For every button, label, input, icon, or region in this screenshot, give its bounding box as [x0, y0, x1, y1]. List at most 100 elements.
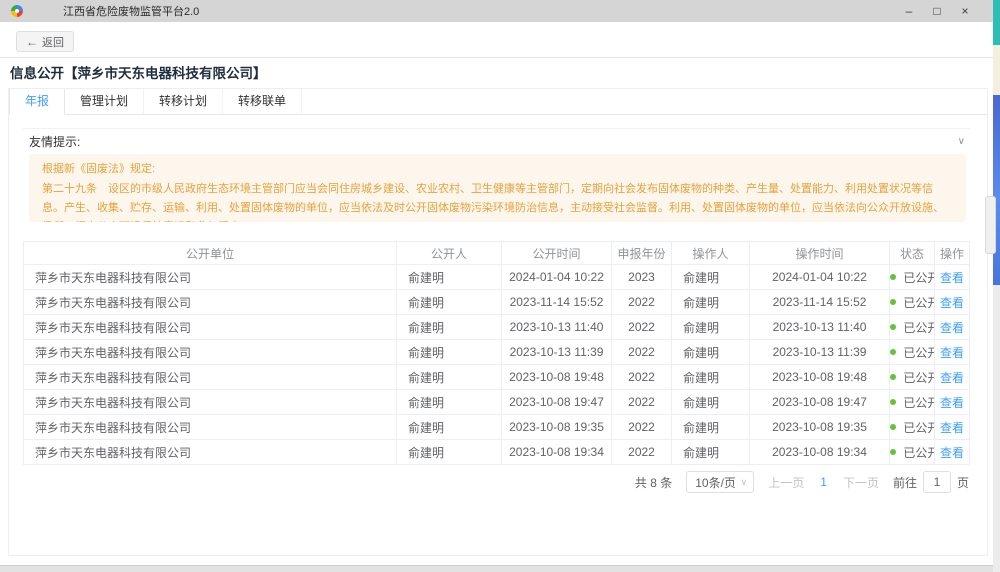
cell-action: 查看 [935, 265, 970, 290]
view-link[interactable]: 查看 [940, 446, 964, 460]
cell-publisher: 俞建明 [397, 265, 502, 290]
status-dot-icon [890, 399, 896, 405]
app-title: 江西省危险废物监管平台2.0 [63, 3, 199, 19]
desktop-teal-block [993, 0, 1000, 45]
notice-collapse-header[interactable]: 友情提示: ∨ [23, 128, 971, 154]
status-dot-icon [890, 424, 896, 430]
cell-status: 已公开 [890, 265, 935, 290]
cell-unit: 萍乡市天东电器科技有限公司 [24, 390, 397, 415]
view-link[interactable]: 查看 [940, 396, 964, 410]
cell-publisher: 俞建明 [397, 415, 502, 440]
cell-publisher: 俞建明 [397, 365, 502, 390]
col-header-status: 状态 [890, 242, 935, 265]
content-panel: 年报 管理计划 转移计划 转移联单 友情提示: ∨ 根据新《固废法》规定: 第二… [8, 88, 988, 556]
status-dot-icon [890, 299, 896, 305]
cell-unit: 萍乡市天东电器科技有限公司 [24, 315, 397, 340]
cell-operator: 俞建明 [672, 365, 750, 390]
cell-action: 查看 [935, 340, 970, 365]
cell-unit: 萍乡市天东电器科技有限公司 [24, 415, 397, 440]
status-badge: 已公开 [903, 421, 934, 435]
status-dot-icon [890, 374, 896, 380]
page-number-1[interactable]: 1 [818, 475, 829, 489]
cell-operator: 俞建明 [672, 415, 750, 440]
cell-year: 2022 [612, 290, 672, 315]
col-header-year: 申报年份 [612, 242, 672, 265]
cell-year: 2022 [612, 315, 672, 340]
cell-operate-time: 2023-10-08 19:48 [750, 365, 890, 390]
cell-operator: 俞建明 [672, 315, 750, 340]
status-badge: 已公开 [903, 346, 934, 360]
view-link[interactable]: 查看 [940, 371, 964, 385]
table-row: 萍乡市天东电器科技有限公司 俞建明 2023-10-08 19:47 2022 … [24, 390, 970, 415]
cell-status: 已公开 [890, 415, 935, 440]
desktop-blue-block [993, 95, 1000, 285]
tab[interactable]: 转移计划 [144, 89, 223, 114]
tab[interactable]: 年报 [9, 89, 65, 115]
tab[interactable]: 转移联单 [223, 89, 302, 114]
table-body: 萍乡市天东电器科技有限公司 俞建明 2024-01-04 10:22 2023 … [24, 265, 970, 465]
cell-operate-time: 2023-10-08 19:34 [750, 440, 890, 465]
maximize-button[interactable]: □ [923, 0, 951, 22]
cell-status: 已公开 [890, 440, 935, 465]
table-row: 萍乡市天东电器科技有限公司 俞建明 2023-10-08 19:35 2022 … [24, 415, 970, 440]
cell-action: 查看 [935, 290, 970, 315]
desktop-grey-block [993, 285, 1000, 572]
cell-year: 2022 [612, 440, 672, 465]
tab-label: 转移联单 [238, 94, 286, 108]
status-badge: 已公开 [903, 446, 934, 460]
app-logo-icon [11, 5, 23, 17]
cell-unit: 萍乡市天东电器科技有限公司 [24, 440, 397, 465]
col-header-publish-time: 公开时间 [502, 242, 612, 265]
col-header-operate-time: 操作时间 [750, 242, 890, 265]
page-size-select[interactable]: 10条/页 ∨ [686, 471, 754, 493]
notice-label: 友情提示: [23, 133, 80, 150]
table-row: 萍乡市天东电器科技有限公司 俞建明 2024-01-04 10:22 2023 … [24, 265, 970, 290]
desktop-edge-strip [993, 0, 1000, 572]
col-header-operator: 操作人 [672, 242, 750, 265]
back-button[interactable]: ← 返回 [16, 31, 74, 52]
cell-action: 查看 [935, 315, 970, 340]
back-button-label: 返回 [42, 34, 64, 50]
goto-page: 前往 页 [893, 471, 969, 493]
tab[interactable]: 管理计划 [65, 89, 144, 114]
table-row: 萍乡市天东电器科技有限公司 俞建明 2023-10-13 11:39 2022 … [24, 340, 970, 365]
regulation-warning-box: 根据新《固废法》规定: 第二十九条 设区的市级人民政府生态环境主管部门应当会同住… [29, 154, 966, 222]
cell-status: 已公开 [890, 340, 935, 365]
col-header-unit: 公开单位 [24, 242, 397, 265]
pagination: 共 8 条 10条/页 ∨ 上一页 1 下一页 前往 页 [635, 471, 969, 493]
window-controls: – □ × [895, 0, 993, 22]
tab-label: 年报 [25, 94, 49, 108]
view-link[interactable]: 查看 [940, 421, 964, 435]
view-link[interactable]: 查看 [940, 321, 964, 335]
warning-body: 第二十九条 设区的市级人民政府生态环境主管部门应当会同住房城乡建设、农业农村、卫… [42, 180, 953, 222]
view-link[interactable]: 查看 [940, 271, 964, 285]
scrollbar-thumb[interactable] [985, 196, 996, 254]
cell-status: 已公开 [890, 390, 935, 415]
status-badge: 已公开 [903, 321, 934, 335]
table-row: 萍乡市天东电器科技有限公司 俞建明 2023-10-08 19:48 2022 … [24, 365, 970, 390]
cell-operator: 俞建明 [672, 390, 750, 415]
col-header-action: 操作 [935, 242, 970, 265]
prev-page-button[interactable]: 上一页 [768, 474, 804, 491]
minimize-button[interactable]: – [895, 0, 923, 22]
chevron-down-icon[interactable]: ∨ [958, 136, 971, 147]
cell-publish-time: 2023-10-13 11:39 [502, 340, 612, 365]
view-link[interactable]: 查看 [940, 296, 964, 310]
goto-page-input[interactable] [923, 471, 951, 493]
next-page-button[interactable]: 下一页 [843, 474, 879, 491]
cell-action: 查看 [935, 440, 970, 465]
cell-operate-time: 2023-11-14 15:52 [750, 290, 890, 315]
cell-operate-time: 2023-10-13 11:40 [750, 315, 890, 340]
cell-publisher: 俞建明 [397, 290, 502, 315]
close-button[interactable]: × [951, 0, 979, 22]
cell-year: 2023 [612, 265, 672, 290]
cell-publisher: 俞建明 [397, 315, 502, 340]
view-link[interactable]: 查看 [940, 346, 964, 360]
chevron-down-icon: ∨ [741, 477, 748, 488]
cell-action: 查看 [935, 415, 970, 440]
cell-unit: 萍乡市天东电器科技有限公司 [24, 290, 397, 315]
cell-action: 查看 [935, 365, 970, 390]
tab-label: 管理计划 [80, 94, 128, 108]
cell-publish-time: 2023-10-08 19:34 [502, 440, 612, 465]
disclosure-table: 公开单位 公开人 公开时间 申报年份 操作人 操作时间 状态 操作 萍乡市天东电… [23, 241, 970, 465]
